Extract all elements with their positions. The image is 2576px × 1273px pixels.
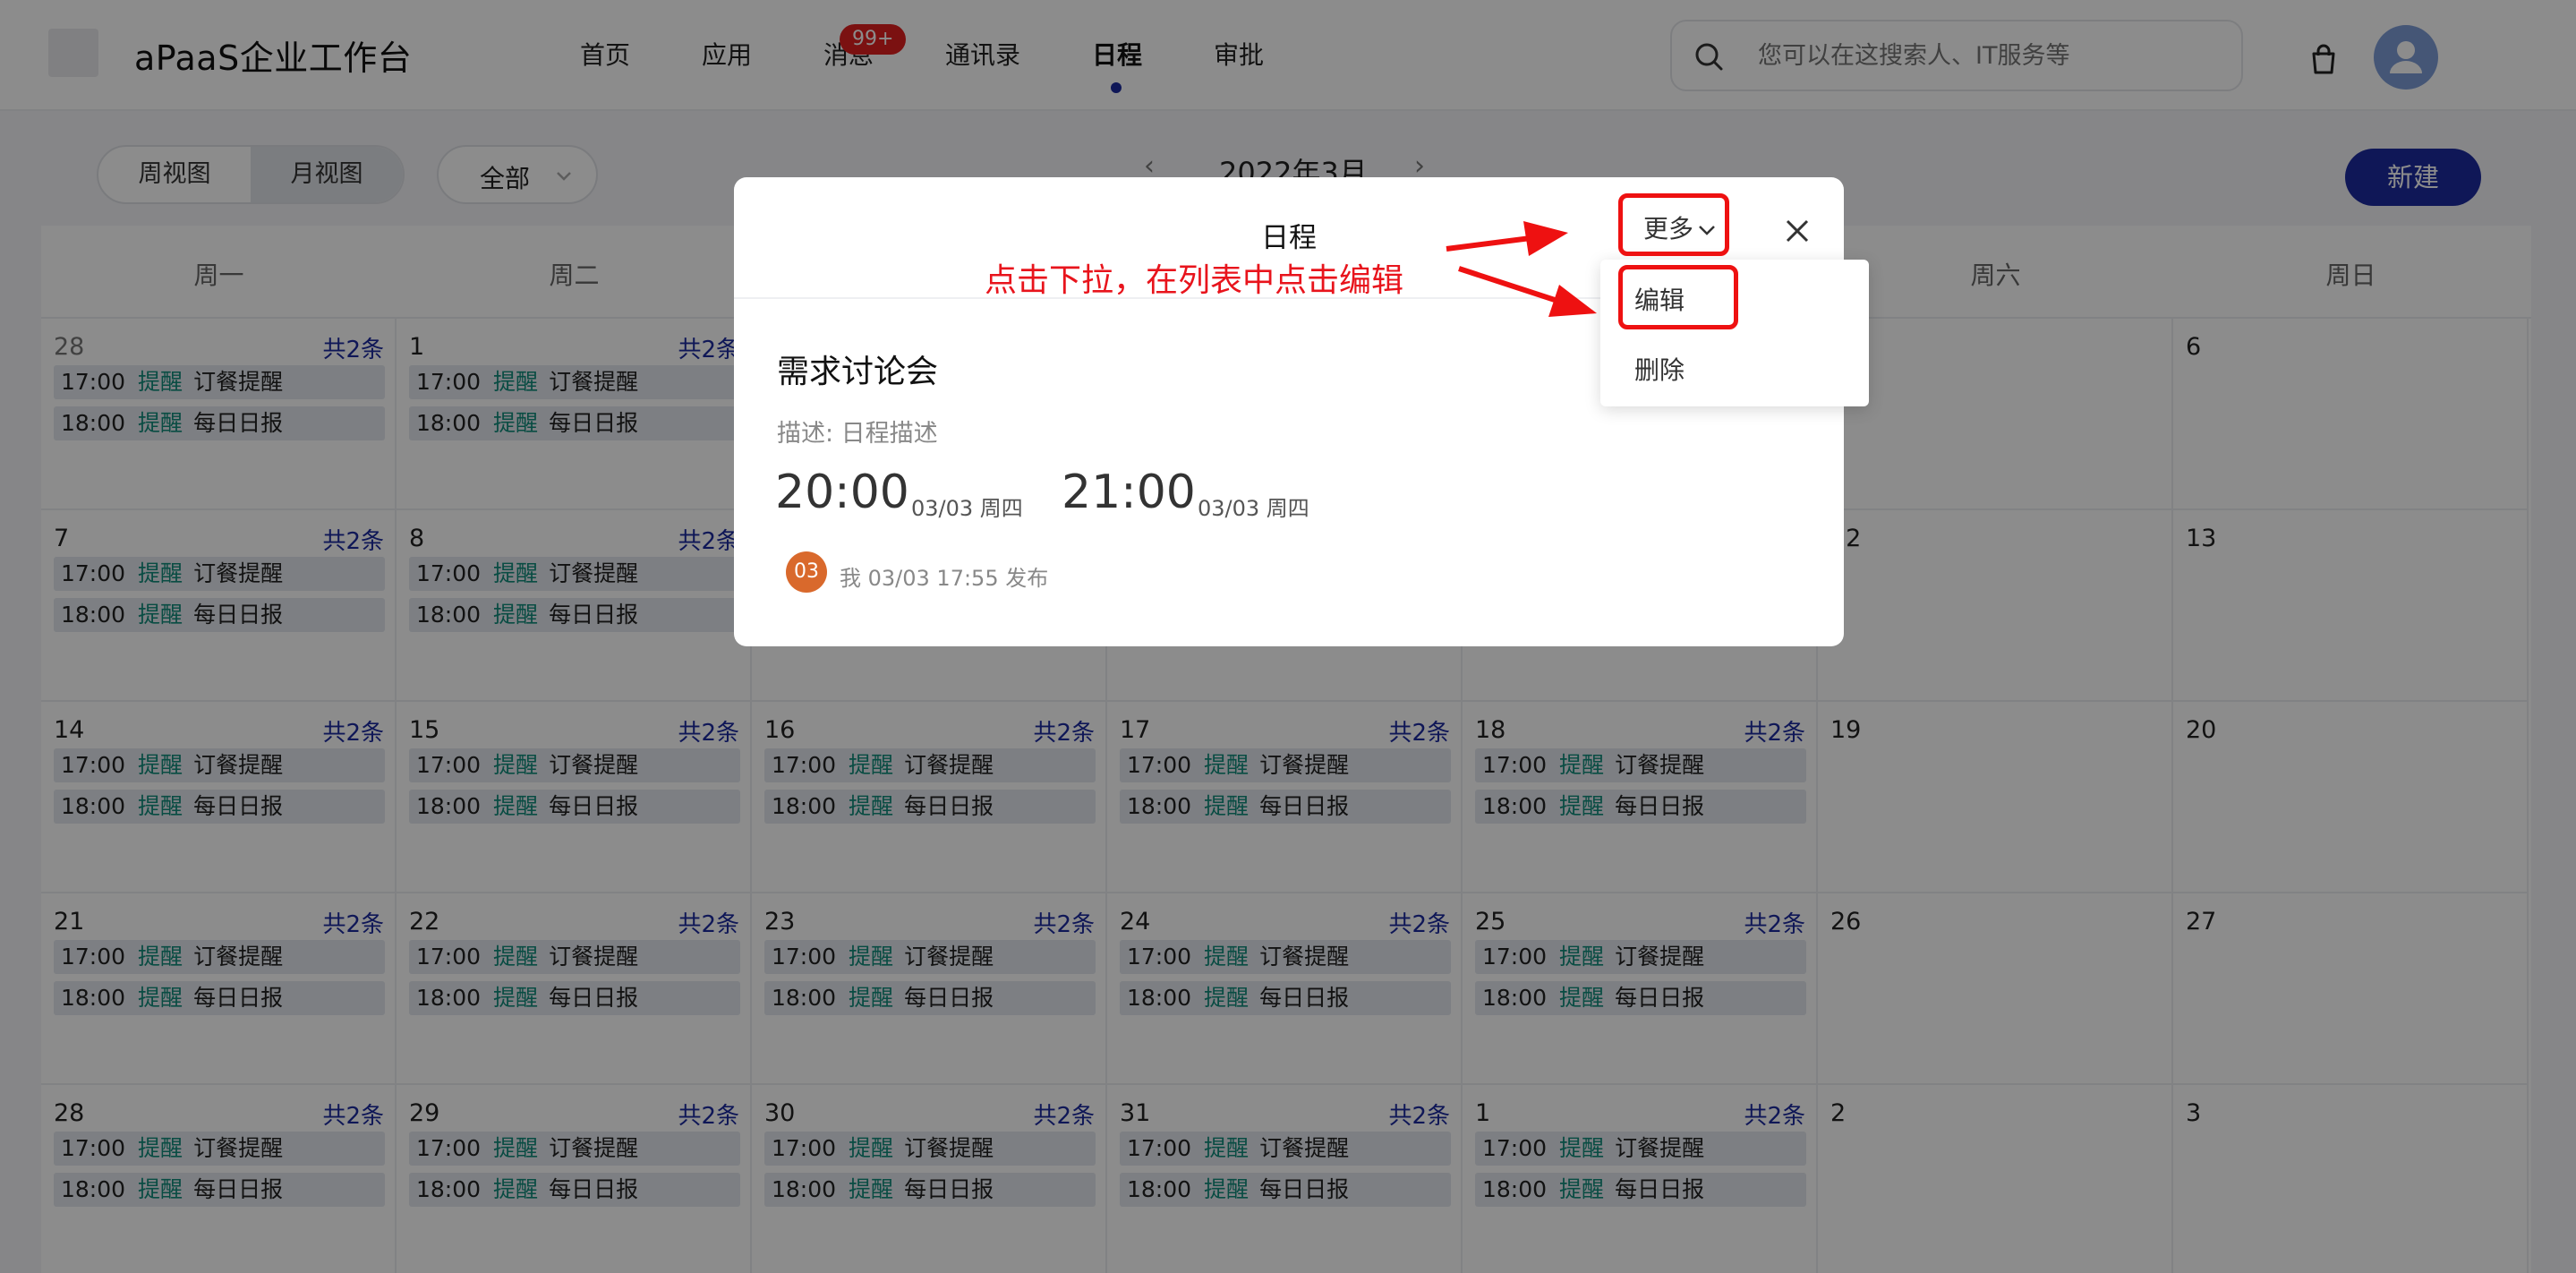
- highlight-more-button: [1618, 193, 1729, 256]
- event-end-date: 03/03 周四: [1198, 496, 1309, 521]
- highlight-edit-item: [1618, 265, 1738, 329]
- event-start-time: 20:00: [775, 466, 909, 519]
- event-end-time: 21:00: [1062, 466, 1196, 519]
- event-title: 需求讨论会: [777, 354, 939, 390]
- close-icon[interactable]: [1779, 213, 1815, 249]
- instruction-text: 点击下拉，在列表中点击编辑: [985, 262, 1404, 299]
- publisher-avatar: 03: [786, 551, 827, 593]
- event-description: 描述: 日程描述: [777, 420, 938, 448]
- publisher-info: 我 03/03 17:55 发布: [840, 566, 1049, 591]
- menu-item-delete[interactable]: 删除: [1634, 351, 1685, 387]
- event-start-date: 03/03 周四: [911, 496, 1023, 521]
